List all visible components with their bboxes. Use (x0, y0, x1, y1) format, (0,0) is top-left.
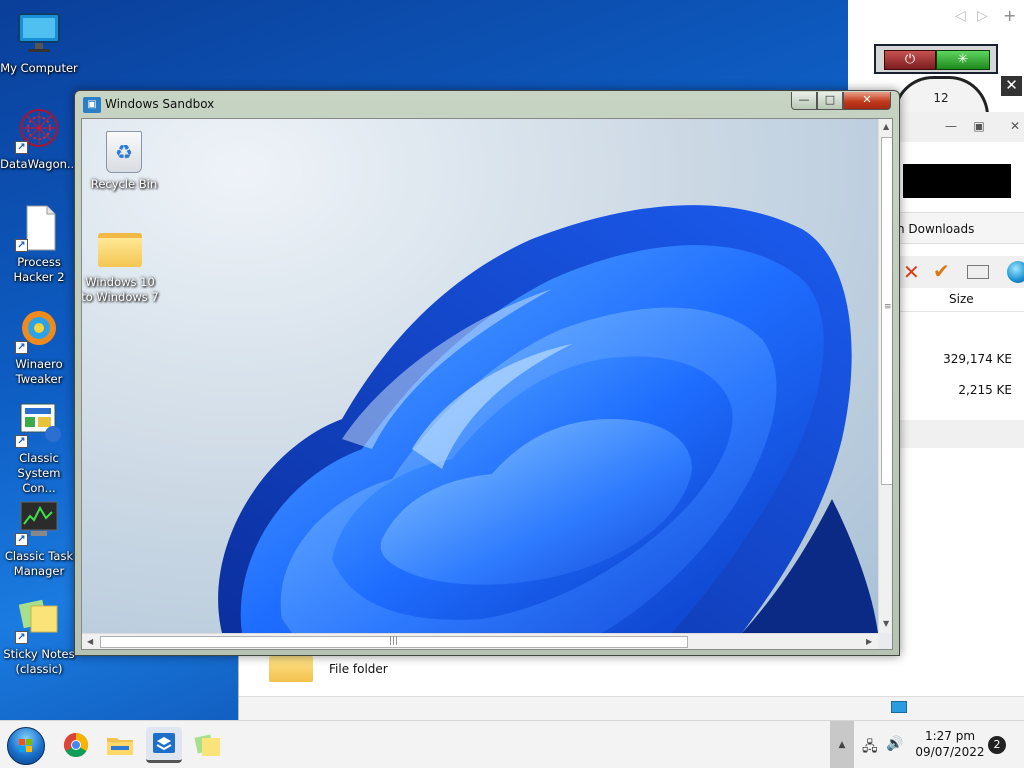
folder-icon (98, 233, 142, 267)
desktop-icon-winaero-tweaker[interactable]: ↗ Winaero Tweaker (0, 306, 78, 387)
background-explorer-window: — ▣ ✕ h Downloads ✕ ✔ Size 329,174 KE 2,… (896, 112, 1024, 640)
taskbar-clock-time[interactable]: 1:27 pm (905, 729, 995, 743)
explorer-titlebar: — ▣ ✕ (897, 112, 1024, 142)
sandbox-icon-folder[interactable]: Windows 10 to Windows 7 (81, 229, 162, 305)
desktop-icon-sticky-notes[interactable]: ↗ Sticky Notes (classic) (0, 596, 78, 677)
computer-icon (891, 701, 907, 713)
checkmark-icon[interactable]: ✔ (933, 259, 950, 283)
size-column-header[interactable]: Size (949, 292, 974, 306)
desktop-icon-process-hacker[interactable]: ↗ Process Hacker 2 (0, 204, 78, 285)
close-icon[interactable]: ✕ (1005, 119, 1024, 133)
column-header[interactable]: Size (897, 288, 1024, 312)
desktop-icon-classic-task-manager[interactable]: ↗ Classic Task Manager (0, 498, 78, 579)
volume-icon[interactable]: 🔊 (886, 736, 903, 752)
sticky-note-icon (194, 734, 220, 756)
maximize-button[interactable]: □ (817, 92, 843, 110)
shortcut-arrow-icon: ↗ (15, 341, 28, 354)
card-icon[interactable] (967, 265, 989, 279)
scroll-down-icon[interactable]: ▼ (883, 619, 889, 628)
minimize-button[interactable]: — (791, 92, 817, 110)
file-size: 2,215 KE (958, 383, 1012, 397)
sandbox-window[interactable]: ▣ Windows Sandbox — □ ✕ ♻ Recycle Bin Wi… (74, 90, 900, 656)
sticky-note-icon: ↗ (15, 596, 63, 644)
shortcut-arrow-icon: ↗ (15, 239, 28, 252)
start-button[interactable] (7, 727, 45, 765)
globe-icon[interactable] (1007, 261, 1024, 283)
horizontal-scroll-thumb[interactable]: ||| (100, 636, 688, 648)
show-hidden-icons-button[interactable]: ▲ (830, 721, 854, 768)
explorer-header-bar (903, 164, 1011, 198)
close-button[interactable]: ✕ (843, 92, 891, 110)
monitor-icon (15, 10, 63, 58)
desktop-icon-label: DataWagon... (0, 157, 78, 171)
breadcrumb[interactable]: h Downloads (897, 212, 1024, 244)
recycle-bin-icon: ♻ (106, 131, 142, 173)
power-button[interactable]: ⏻ (884, 50, 936, 70)
add-icon[interactable]: + (1003, 6, 1016, 25)
sandbox-icon-label: Recycle Bin (90, 177, 158, 191)
winaero-icon: ↗ (15, 306, 63, 354)
windows-logo-icon (19, 739, 33, 753)
vertical-scrollbar[interactable]: ▲ ≡ ▼ (878, 119, 892, 633)
bloom-wallpaper-icon (218, 205, 878, 633)
selected-row[interactable] (897, 420, 1024, 448)
vertical-scroll-thumb[interactable]: ≡ (881, 137, 892, 485)
taskbar-chrome[interactable] (58, 727, 94, 763)
sandbox-icon (153, 733, 175, 753)
desktop-icon-label: Process Hacker 2 (13, 255, 65, 284)
task-manager-icon: ↗ (15, 498, 63, 546)
desktop-icon-label: Classic System Con... (17, 451, 61, 495)
datawagon-icon: ↗ (15, 106, 63, 154)
sandbox-client-area[interactable]: ♻ Recycle Bin Windows 10 to Windows 7 ▲ … (81, 118, 893, 650)
window-title: Windows Sandbox (105, 97, 215, 111)
document-icon: ↗ (15, 204, 63, 252)
windows-11-wallpaper (82, 119, 878, 633)
taskbar: ▲ 🖧 🔊 1:27 pm 09/07/2022 2 (0, 720, 1024, 768)
nav-forward-icon[interactable]: ▷ (977, 8, 988, 24)
control-panel-icon: ↗ (15, 400, 63, 448)
chrome-icon (63, 733, 89, 758)
taskbar-clock-date[interactable]: 09/07/2022 (905, 745, 995, 759)
minimize-icon[interactable]: — (941, 119, 961, 133)
scroll-right-icon[interactable]: ▶ (866, 637, 872, 646)
desktop-icon-label: My Computer (0, 61, 78, 75)
sandbox-icon-recycle-bin[interactable]: ♻ Recycle Bin (82, 131, 166, 192)
folder-icon (107, 738, 133, 755)
power-icon: ⏻ (904, 52, 916, 67)
explorer-toolbar: ✕ ✔ (897, 256, 1024, 288)
desktop-icon-datawagon[interactable]: ↗ DataWagon... (0, 106, 78, 172)
maximize-icon[interactable]: ▣ (969, 119, 989, 133)
notification-badge[interactable]: 2 (988, 736, 1006, 754)
shortcut-arrow-icon: ↗ (15, 141, 28, 154)
file-type-label: File folder (329, 662, 388, 676)
desktop-icon-my-computer[interactable]: My Computer (0, 10, 78, 76)
taskbar-sticky-notes[interactable] (190, 727, 226, 763)
desktop-icon-label: Classic Task Manager (4, 549, 74, 578)
file-size: 329,174 KE (943, 352, 1012, 366)
desktop-icon-label: Sticky Notes (classic) (3, 647, 75, 676)
shortcut-arrow-icon: ↗ (15, 435, 28, 448)
grip-icon: ||| (389, 636, 399, 646)
shortcut-arrow-icon: ↗ (15, 631, 28, 644)
horizontal-scrollbar[interactable]: ◀ ||| ▶ (82, 633, 878, 649)
shortcut-arrow-icon: ↗ (15, 533, 28, 546)
network-icon[interactable]: 🖧 (862, 736, 878, 760)
taskbar-file-explorer[interactable] (102, 727, 138, 763)
sandbox-icon-label: Windows 10 to Windows 7 (81, 275, 159, 304)
clock-face-icon: 12 (933, 91, 949, 105)
grip-icon: ≡ (884, 302, 892, 312)
scroll-up-icon[interactable]: ▲ (883, 122, 889, 131)
refresh-button[interactable]: ✳ (936, 50, 990, 70)
desktop-icon-classic-control-panel[interactable]: ↗ Classic System Con... (0, 400, 78, 496)
taskbar-windows-sandbox[interactable] (146, 727, 182, 763)
gadget-close-button[interactable]: ✕ (1001, 76, 1022, 96)
desktop-icon-label: Winaero Tweaker (15, 357, 63, 386)
nav-back-icon[interactable]: ◁ (955, 8, 966, 24)
delete-icon[interactable]: ✕ (903, 260, 920, 284)
folder-icon (269, 656, 313, 682)
sandbox-app-icon: ▣ (83, 97, 101, 113)
scroll-left-icon[interactable]: ◀ (87, 637, 93, 646)
sparkle-icon: ✳ (957, 52, 969, 67)
status-bar (239, 696, 1024, 720)
